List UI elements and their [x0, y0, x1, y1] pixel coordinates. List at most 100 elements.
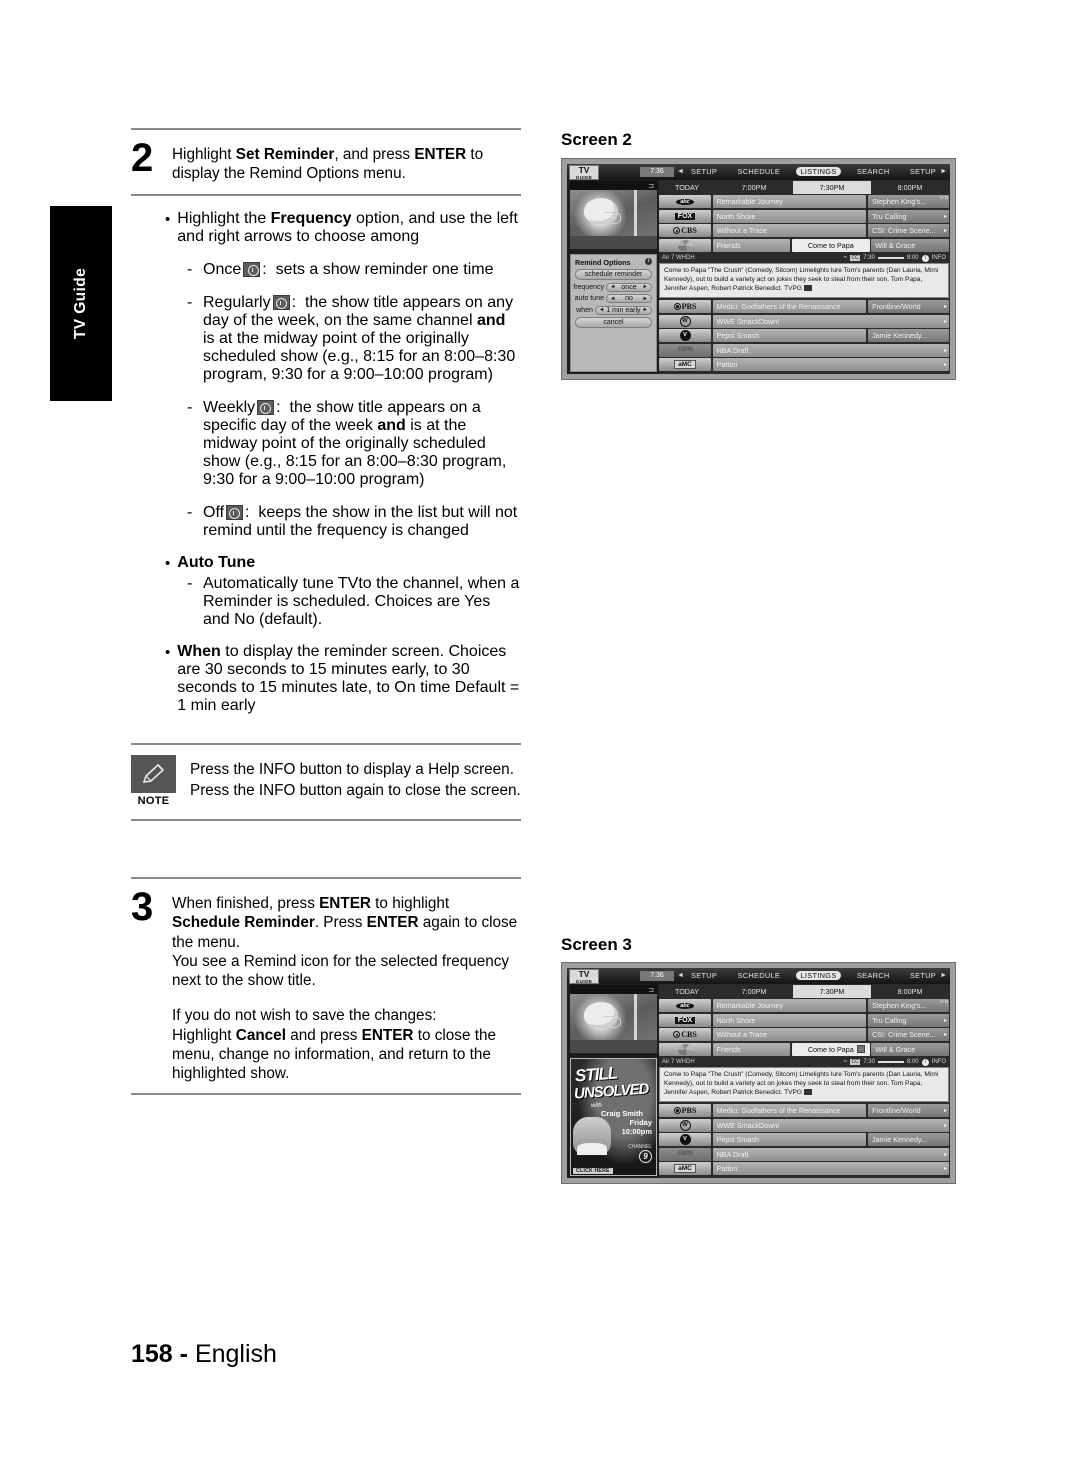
field-frequency-spinner[interactable]: ◄ once ► [606, 282, 652, 292]
chevron-right-icon[interactable]: ▸ [944, 1031, 947, 1038]
table-row[interactable]: PBS Medici: Godfathers of the Renaissanc… [659, 300, 949, 314]
expand-icon[interactable]: ⊐ [648, 986, 654, 994]
nav-right-arrow-icon[interactable]: ► [940, 168, 947, 175]
info-circle-icon[interactable]: i [921, 1058, 929, 1066]
field-when-spinner[interactable]: ◄ 1 min early ► [594, 305, 652, 315]
fox-logo[interactable]: FOX [659, 1013, 711, 1027]
program-stephen-kings[interactable]: Stephen King's... H D [868, 999, 949, 1012]
chevron-right-icon[interactable]: ▸ [944, 361, 947, 368]
program-wwe-smackdown[interactable]: WWE SmackDown! ▸ [712, 1118, 949, 1132]
ad-click-here-button[interactable]: CLICK HERE [573, 1168, 613, 1174]
program-without-a-trace[interactable]: Without a Trace [712, 1028, 867, 1042]
nav-item-search[interactable]: SEARCH [853, 167, 894, 176]
table-row[interactable]: Friends Come to Papa Will & Grace [659, 238, 949, 252]
video-preview[interactable]: ⊐ [570, 985, 657, 1053]
program-friends[interactable]: Friends [712, 238, 791, 252]
video-preview[interactable]: ⊐ [570, 181, 657, 249]
chevron-right-icon[interactable]: ▸ [944, 318, 947, 325]
chevron-right-icon[interactable]: ▸ [944, 1165, 947, 1172]
table-row[interactable]: CBS Without a Trace CSI: Crime Scene... ▸ [659, 224, 949, 238]
program-jamie-kennedy[interactable]: Jamie Kennedy... [868, 329, 949, 343]
nav-item-setup-1[interactable]: SETUP [687, 971, 721, 980]
program-csi[interactable]: CSI: Crime Scene... ▸ [868, 224, 949, 238]
chevron-right-icon[interactable]: ▸ [944, 347, 947, 354]
table-row[interactable]: FOX North Shore Tru Calling ▸ [659, 209, 949, 223]
advertisement-panel[interactable]: STILL UNSOLVED with Craig Smith Friday 1… [570, 1058, 657, 1176]
program-medici[interactable]: Medici: Godfathers of the Renaissance [712, 300, 867, 314]
spinner-left-arrow-icon[interactable]: ◄ [610, 296, 615, 302]
program-remarkable-journey[interactable]: Remarkable Journey [712, 195, 867, 208]
nav-item-setup-2[interactable]: SETUP [906, 971, 940, 980]
spinner-right-arrow-icon[interactable]: ► [643, 296, 648, 302]
espn-logo[interactable]: ESPN [659, 1147, 711, 1161]
pbs-logo[interactable]: PBS [659, 300, 711, 314]
program-frontline-world[interactable]: Frontline/World ▸ [868, 1104, 949, 1118]
nav-item-schedule[interactable]: SCHEDULE [733, 167, 784, 176]
program-wwe-smackdown[interactable]: WWE SmackDown! ▸ [712, 314, 949, 328]
cbs-logo[interactable]: CBS [659, 224, 711, 238]
amc-logo[interactable]: aMC [659, 358, 711, 372]
wwe-logo[interactable]: W [659, 1118, 711, 1132]
program-frontline-world[interactable]: Frontline/World ▸ [868, 300, 949, 314]
table-row[interactable]: V Pepsi Smash Jamie Kennedy... [659, 329, 949, 343]
program-patton[interactable]: Patton ▸ [712, 1162, 949, 1176]
program-pepsi-smash[interactable]: Pepsi Smash [712, 1133, 867, 1147]
program-medici[interactable]: Medici: Godfathers of the Renaissance [712, 1104, 867, 1118]
expand-icon[interactable]: ⊐ [648, 182, 654, 190]
nav-item-listings[interactable]: LISTINGS [796, 971, 841, 980]
cbs-logo[interactable]: CBS [659, 1028, 711, 1042]
table-row[interactable]: ESPN NBA Draft ▸ [659, 1147, 949, 1161]
table-row[interactable]: abc Remarkable Journey Stephen King's...… [659, 195, 949, 208]
program-tru-calling[interactable]: Tru Calling ▸ [868, 1013, 949, 1027]
spinner-left-arrow-icon[interactable]: ◄ [599, 307, 604, 313]
schedule-reminder-button[interactable]: schedule reminder [575, 269, 652, 280]
program-without-a-trace[interactable]: Without a Trace [712, 224, 867, 238]
table-row[interactable]: Friends Come to Papa Will & Grace [659, 1042, 949, 1056]
nav-right-arrow-icon[interactable]: ► [940, 972, 947, 979]
table-row[interactable]: ESPN NBA Draft ▸ [659, 343, 949, 357]
program-stephen-kings[interactable]: Stephen King's... H D [868, 195, 949, 208]
table-row[interactable]: FOX North Shore Tru Calling ▸ [659, 1013, 949, 1027]
program-patton[interactable]: Patton ▸ [712, 358, 949, 372]
program-will-and-grace[interactable]: Will & Grace [871, 238, 949, 252]
program-north-shore[interactable]: North Shore [712, 209, 867, 223]
wwe-logo[interactable]: W [659, 314, 711, 328]
table-row[interactable]: V Pepsi Smash Jamie Kennedy... [659, 1133, 949, 1147]
program-friends[interactable]: Friends [712, 1042, 791, 1056]
table-row[interactable]: abc Remarkable Journey Stephen King's...… [659, 999, 949, 1012]
spinner-left-arrow-icon[interactable]: ◄ [610, 284, 615, 290]
cancel-button[interactable]: cancel [575, 317, 652, 328]
chevron-right-icon[interactable]: ▸ [944, 303, 947, 310]
spinner-right-arrow-icon[interactable]: ► [643, 307, 648, 313]
nbc-logo[interactable] [659, 238, 711, 252]
nav-item-setup-2[interactable]: SETUP [906, 167, 940, 176]
info-circle-icon[interactable]: i [921, 254, 929, 262]
vh1-logo[interactable]: V [659, 1133, 711, 1147]
info-icon[interactable]: i [645, 258, 652, 265]
chevron-right-icon[interactable]: ▸ [944, 213, 947, 220]
table-row[interactable]: PBS Medici: Godfathers of the Renaissanc… [659, 1104, 949, 1118]
fox-logo[interactable]: FOX [659, 209, 711, 223]
nav-item-listings[interactable]: LISTINGS [796, 167, 841, 176]
table-row[interactable]: aMC Patton ▸ [659, 1162, 949, 1176]
pbs-logo[interactable]: PBS [659, 1104, 711, 1118]
program-tru-calling[interactable]: Tru Calling ▸ [868, 209, 949, 223]
program-nba-draft[interactable]: NBA Draft ▸ [712, 1147, 949, 1161]
nav-item-search[interactable]: SEARCH [853, 971, 894, 980]
nav-left-arrow-icon[interactable]: ◄ [677, 168, 684, 175]
nav-item-schedule[interactable]: SCHEDULE [733, 971, 784, 980]
chevron-right-icon[interactable]: ▸ [944, 1107, 947, 1114]
field-auto-tune-spinner[interactable]: ◄ no ► [606, 294, 652, 303]
program-come-to-papa-selected[interactable]: Come to Papa [791, 238, 870, 252]
chevron-right-icon[interactable]: ▸ [944, 1151, 947, 1158]
abc-logo[interactable]: abc [659, 999, 711, 1012]
nbc-logo[interactable] [659, 1042, 711, 1056]
program-will-and-grace[interactable]: Will & Grace [871, 1042, 949, 1056]
spinner-right-arrow-icon[interactable]: ► [643, 284, 648, 290]
vh1-logo[interactable]: V [659, 329, 711, 343]
program-nba-draft[interactable]: NBA Draft ▸ [712, 343, 949, 357]
program-jamie-kennedy[interactable]: Jamie Kennedy... [868, 1133, 949, 1147]
nav-item-setup-1[interactable]: SETUP [687, 167, 721, 176]
table-row[interactable]: W WWE SmackDown! ▸ [659, 314, 949, 328]
table-row[interactable]: aMC Patton ▸ [659, 358, 949, 372]
